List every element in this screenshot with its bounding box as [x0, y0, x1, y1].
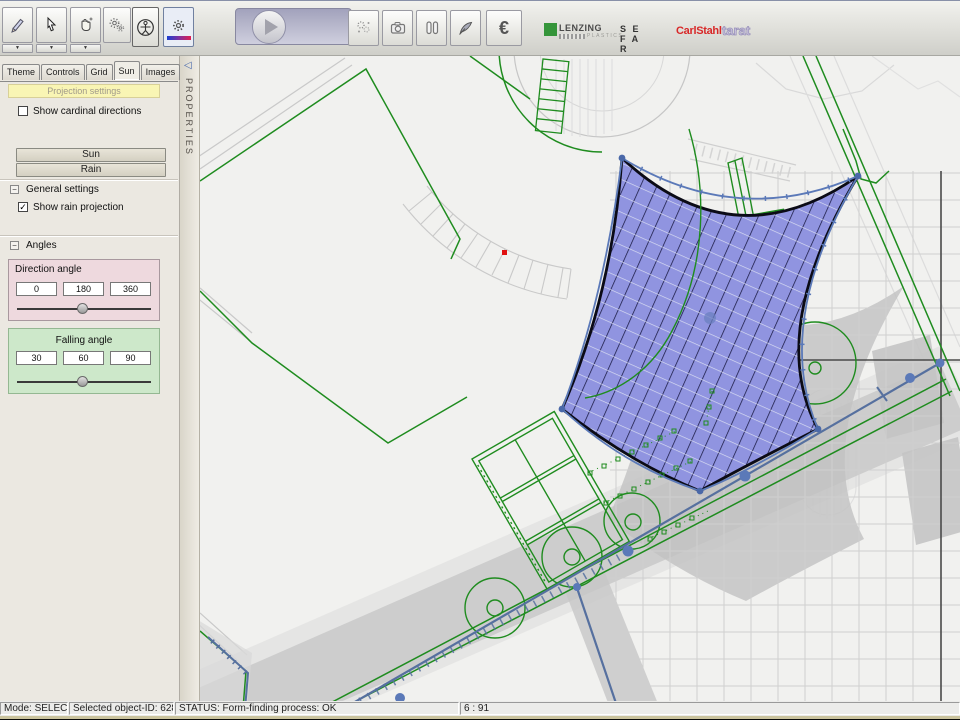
angles-header: − Angles: [0, 235, 178, 255]
camera-icon: [389, 19, 407, 37]
drawing-canvas[interactable]: [200, 56, 960, 701]
falling-max-input[interactable]: [110, 351, 151, 365]
tab-controls[interactable]: Controls: [41, 64, 85, 80]
direction-angle-group: Direction angle: [8, 259, 160, 321]
lenzing-text: LENZING: [559, 23, 623, 33]
gears-tool-button[interactable]: [103, 7, 131, 43]
pencil-tool-dropdown[interactable]: ▼: [2, 44, 33, 53]
falling-angle-group: Falling angle: [8, 328, 160, 394]
direction-mid-input[interactable]: [63, 282, 104, 296]
pencil-icon: [9, 16, 27, 34]
color-gradient-bar: [167, 36, 191, 40]
cursor-icon: [43, 16, 61, 34]
falling-slider-handle[interactable]: [77, 376, 88, 387]
lenzing-sub: PLASTICS: [587, 33, 623, 39]
outline-logo: tarat: [722, 23, 750, 38]
play-icon: [265, 19, 278, 35]
hand-tool-dropdown[interactable]: ▼: [70, 44, 101, 53]
direction-angle-label: Direction angle: [15, 264, 82, 275]
rain-mode-button[interactable]: Rain: [16, 163, 166, 177]
direction-slider-handle[interactable]: [77, 303, 88, 314]
status-bar: Mode: SELECT Selected object-ID: 6283 ST…: [0, 701, 960, 716]
snapshot-camera-button[interactable]: [382, 10, 413, 46]
falling-mid-input[interactable]: [63, 351, 104, 365]
cardinal-directions-checkbox[interactable]: [18, 106, 28, 116]
properties-autohide-strip[interactable]: ◁ PROPERTIES: [180, 56, 200, 701]
tab-theme[interactable]: Theme: [2, 64, 40, 80]
euro-icon: €: [499, 18, 509, 39]
play-button[interactable]: [252, 10, 286, 44]
collapse-arrow-icon[interactable]: ◁: [184, 60, 192, 71]
play-strip: [235, 8, 352, 45]
application-window: ▼ ▼ ▼: [0, 0, 960, 720]
rain-projection-label: Show rain projection: [33, 202, 124, 213]
carlstahl-logo: CarlStahl: [676, 25, 722, 37]
model-figure-button[interactable]: [132, 7, 159, 47]
cardinal-directions-label: Show cardinal directions: [33, 106, 141, 117]
collapse-angles-icon[interactable]: −: [10, 241, 19, 250]
settings-gear-icon: [170, 18, 187, 34]
gears-icon: [108, 16, 126, 34]
price-euro-button[interactable]: €: [486, 10, 522, 46]
angles-title: Angles: [26, 240, 57, 251]
select-tool-dropdown[interactable]: ▼: [36, 44, 67, 53]
selection-red-marker: [502, 250, 507, 255]
status-selected: Selected object-ID: 6283: [69, 702, 174, 715]
hand-icon: [77, 16, 95, 34]
tab-divider: [0, 81, 178, 82]
properties-panel: Theme Controls Grid Sun Images Projectio…: [0, 56, 180, 701]
columns-button[interactable]: [416, 10, 447, 46]
status-coords: 6 : 91: [460, 702, 960, 715]
status-process: STATUS: Form-finding process: OK: [175, 702, 459, 715]
sefar-text: S E F A R: [620, 24, 645, 54]
falling-min-input[interactable]: [16, 351, 57, 365]
general-settings-header: − General settings: [0, 179, 178, 199]
sefar-logo: S E F A R: [620, 19, 645, 60]
direction-min-input[interactable]: [16, 282, 57, 296]
tab-grid[interactable]: Grid: [86, 64, 113, 80]
feather-icon: [457, 19, 475, 37]
falling-angle-label: Falling angle: [9, 335, 159, 346]
vitruvian-man-icon: [136, 18, 155, 37]
select-tool-button[interactable]: [36, 7, 67, 43]
small-gears-icon: [355, 19, 373, 37]
tab-images[interactable]: Images: [141, 64, 181, 80]
columns-icon: [423, 19, 441, 37]
sun-mode-button[interactable]: Sun: [16, 148, 166, 162]
system-gears-button[interactable]: [348, 10, 379, 46]
properties-tab-label: PROPERTIES: [184, 78, 194, 156]
feather-button[interactable]: [450, 10, 481, 46]
hand-tool-button[interactable]: [70, 7, 101, 43]
visual-settings-button[interactable]: [163, 7, 194, 47]
tab-sun[interactable]: Sun: [114, 61, 140, 80]
general-settings-title: General settings: [26, 184, 99, 195]
pencil-tool-button[interactable]: [2, 7, 33, 43]
lenzing-hatch: [559, 34, 585, 39]
main-toolbar: ▼ ▼ ▼: [0, 1, 960, 56]
site-plan-svg: [200, 56, 960, 701]
status-mode: Mode: SELECT: [0, 702, 68, 715]
collapse-general-icon[interactable]: −: [10, 185, 19, 194]
rain-projection-checkbox[interactable]: ✓: [18, 202, 28, 212]
projection-settings-banner: Projection settings: [8, 84, 160, 98]
lenzing-logo: LENZING PLASTICS: [544, 19, 623, 39]
direction-max-input[interactable]: [110, 282, 151, 296]
lenzing-mark: [544, 23, 557, 36]
panel-tab-strip: Theme Controls Grid Sun Images: [2, 61, 181, 80]
